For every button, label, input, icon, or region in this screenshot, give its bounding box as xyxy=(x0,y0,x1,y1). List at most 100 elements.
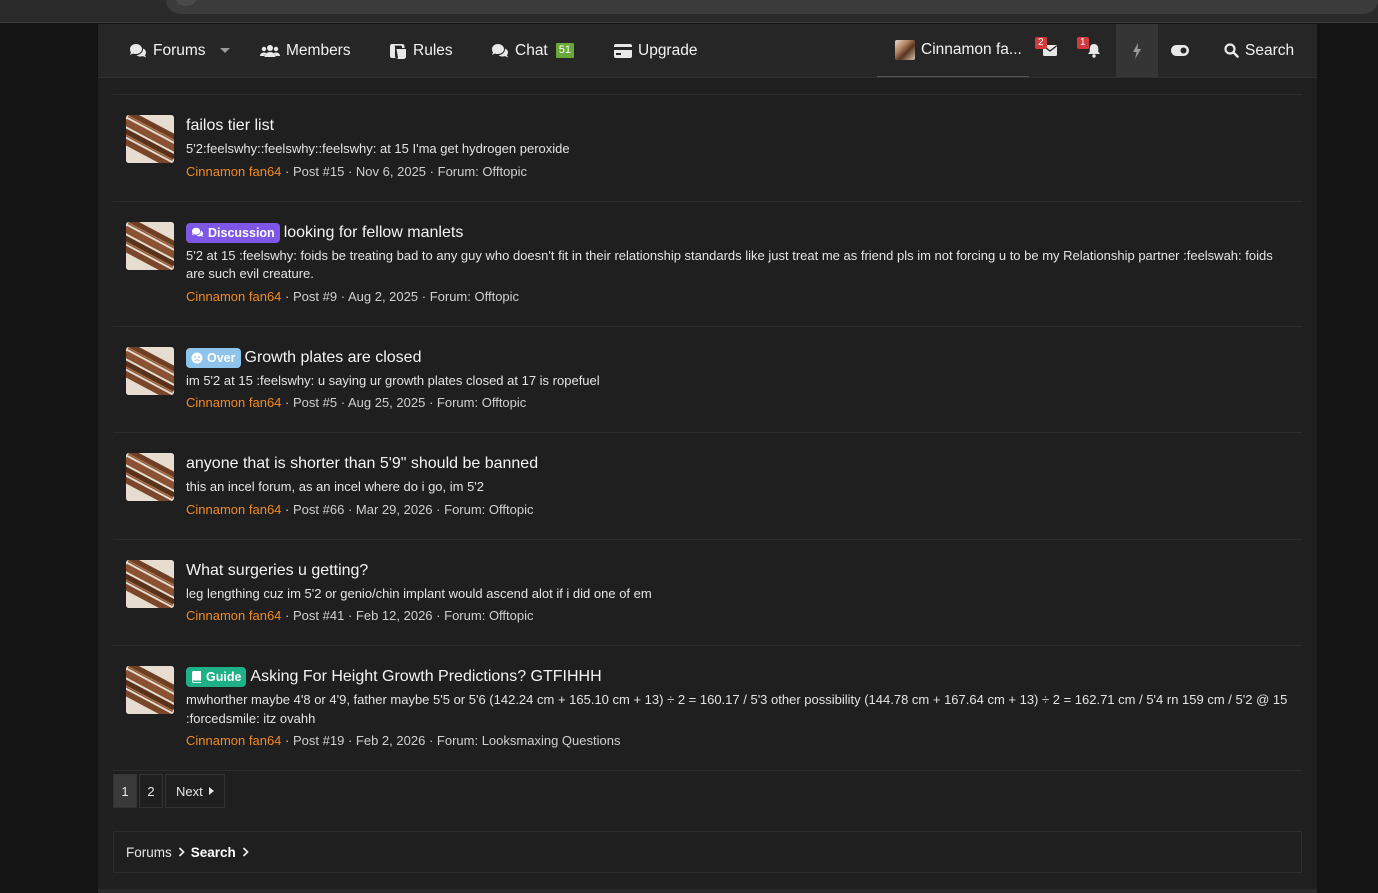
bolt-icon xyxy=(1133,42,1141,59)
forum-link[interactable]: Offtopic xyxy=(489,502,534,517)
post-number-link[interactable]: Post #5 xyxy=(293,395,337,410)
author-link[interactable]: Cinnamon fan64 xyxy=(186,164,281,179)
meta-separator: · xyxy=(347,501,353,517)
nav-members-label: Members xyxy=(286,41,351,59)
avatar[interactable] xyxy=(126,666,174,714)
result-meta: Cinnamon fan64 · Post #19 · Feb 2, 2026 … xyxy=(186,732,1290,750)
post-number-link[interactable]: Post #9 xyxy=(293,289,337,304)
inbox-count-badge: 2 xyxy=(1035,37,1047,49)
author-link[interactable]: Cinnamon fan64 xyxy=(186,608,281,623)
forum-prefix: Forum: xyxy=(429,288,471,304)
search-result-item: Guide Asking For Height Growth Prediction… xyxy=(113,646,1302,771)
whats-new-button[interactable] xyxy=(1116,24,1158,77)
search-label: Search xyxy=(1245,41,1295,59)
page-1-button[interactable]: 1 xyxy=(113,774,137,808)
result-body: What surgeries u getting? leg lengthing c… xyxy=(186,560,1290,626)
author-link[interactable]: Cinnamon fan64 xyxy=(186,733,281,748)
result-title[interactable]: What surgeries u getting? xyxy=(186,560,368,582)
result-title[interactable]: failos tier list xyxy=(186,115,274,137)
cinnamon-avatar-image xyxy=(126,346,174,395)
avatar[interactable] xyxy=(126,453,174,501)
prefix-label-guide[interactable]: Guide xyxy=(186,667,247,687)
author-link[interactable]: Cinnamon fan64 xyxy=(186,289,281,304)
result-body: Discussion looking for fellow manlets 5'2 … xyxy=(186,222,1290,306)
prefix-label-over[interactable]: Over xyxy=(186,347,241,368)
forum-link[interactable]: Offtopic xyxy=(489,608,534,623)
chevron-down-icon[interactable] xyxy=(218,43,232,57)
meta-separator: · xyxy=(436,608,441,623)
pagination: 1 2 Next xyxy=(113,774,225,808)
prefix-label-discussion[interactable]: Discussion xyxy=(186,222,280,243)
nav-rules[interactable]: Rules xyxy=(389,24,453,77)
forum-link[interactable]: Offtopic xyxy=(474,289,519,304)
next-page-button[interactable]: Next xyxy=(165,774,225,808)
nav-members[interactable]: Members xyxy=(260,24,351,77)
post-number-link[interactable]: Post #41 xyxy=(293,608,344,623)
account-menu[interactable]: Cinnamon fa... xyxy=(877,24,1029,77)
search-result-item: failos tier list5'2:feelswhy::feelswhy::… xyxy=(113,95,1302,202)
result-title-line: Discussion looking for fellow manlets xyxy=(186,222,1290,244)
address-bar[interactable] xyxy=(166,0,1378,14)
style-toggle-button[interactable] xyxy=(1160,24,1200,77)
result-body: failos tier list5'2:feelswhy::feelswhy::… xyxy=(186,115,1290,181)
breadcrumb: Forums Search xyxy=(113,831,1302,873)
result-title[interactable]: Growth plates are closed xyxy=(245,347,422,369)
page-2-button[interactable]: 2 xyxy=(139,774,163,808)
meta-separator: · xyxy=(428,395,434,410)
book-icon xyxy=(192,671,201,683)
alerts-button[interactable]: 1 xyxy=(1074,24,1114,77)
avatar[interactable] xyxy=(126,115,174,163)
result-snippet: im 5'2 at 15 :feelswhy: u saying ur grow… xyxy=(186,372,600,388)
nav-forums[interactable]: Forums xyxy=(129,24,206,77)
post-date: Feb 12, 2026 xyxy=(355,608,433,623)
nav-upgrade[interactable]: Upgrade xyxy=(614,24,697,77)
breadcrumb-forums[interactable]: Forums xyxy=(126,845,172,860)
avatar[interactable] xyxy=(126,559,174,608)
post-date: Aug 25, 2025 xyxy=(347,395,426,410)
forum-link[interactable]: Offtopic xyxy=(482,164,527,179)
forum-link[interactable]: Looksmaxing Questions xyxy=(482,733,621,748)
cinnamon-avatar-image xyxy=(126,453,174,501)
chat-count-badge: 51 xyxy=(555,43,574,58)
forum-prefix: Forum: xyxy=(437,163,479,179)
post-number-link[interactable]: Post #66 xyxy=(293,502,344,517)
navbar: Forums Members Rules Chat 51 Upgrade Cin… xyxy=(98,24,1317,78)
result-snippet: leg lengthing cuz im 5'2 or genio/chin i… xyxy=(186,585,652,601)
author-link[interactable]: Cinnamon fan64 xyxy=(186,502,281,517)
meta-separator: · xyxy=(340,288,346,304)
meta-separator: · xyxy=(285,163,290,179)
result-title[interactable]: looking for fellow manlets xyxy=(284,222,464,244)
result-title[interactable]: Asking For Height Growth Predictions? GT… xyxy=(250,666,601,688)
avatar[interactable] xyxy=(126,221,174,270)
author-link[interactable]: Cinnamon fan64 xyxy=(186,395,281,410)
forum-link[interactable]: Offtopic xyxy=(482,395,527,410)
result-snippet: mwhorther maybe 4'8 or 4'9, father maybe… xyxy=(186,692,1288,726)
page: Forums Members Rules Chat 51 Upgrade Cin… xyxy=(98,24,1317,893)
next-page-label: Next xyxy=(176,783,203,799)
browser-toolbar xyxy=(0,0,1378,23)
result-title[interactable]: anyone that is shorter than 5'9" should … xyxy=(186,453,538,475)
comments-icon xyxy=(192,227,203,237)
meta-separator: · xyxy=(285,501,290,517)
search-button[interactable]: Search xyxy=(1224,24,1294,77)
result-title-line: Over Growth plates are closed xyxy=(186,347,1290,369)
comments-icon xyxy=(130,43,146,57)
meta-separator: · xyxy=(285,288,290,304)
result-title-line: What surgeries u getting? xyxy=(186,560,1290,582)
result-title-line: failos tier list xyxy=(186,115,1290,137)
post-number-link[interactable]: Post #19 xyxy=(293,733,344,748)
chevron-right-icon xyxy=(178,847,185,857)
post-number-link[interactable]: Post #15 xyxy=(293,164,344,179)
chevron-right-icon xyxy=(242,847,249,857)
breadcrumb-search[interactable]: Search xyxy=(191,845,236,860)
result-meta: Cinnamon fan64 · Post #9 · Aug 2, 2025 ·… xyxy=(186,288,1290,306)
result-meta: Cinnamon fan64 · Post #66 · Mar 29, 2026… xyxy=(186,501,1290,519)
forum-prefix: Forum: xyxy=(444,608,486,623)
sad-face-icon xyxy=(191,352,203,363)
avatar[interactable] xyxy=(126,346,174,395)
post-date: Mar 29, 2026 xyxy=(355,501,433,517)
cinnamon-avatar-image xyxy=(126,666,174,714)
inbox-button[interactable]: 2 xyxy=(1030,24,1070,77)
result-snippet: 5'2:feelswhy::feelswhy::feelswhy: at 15 … xyxy=(186,141,570,156)
nav-chat[interactable]: Chat 51 xyxy=(491,24,574,77)
